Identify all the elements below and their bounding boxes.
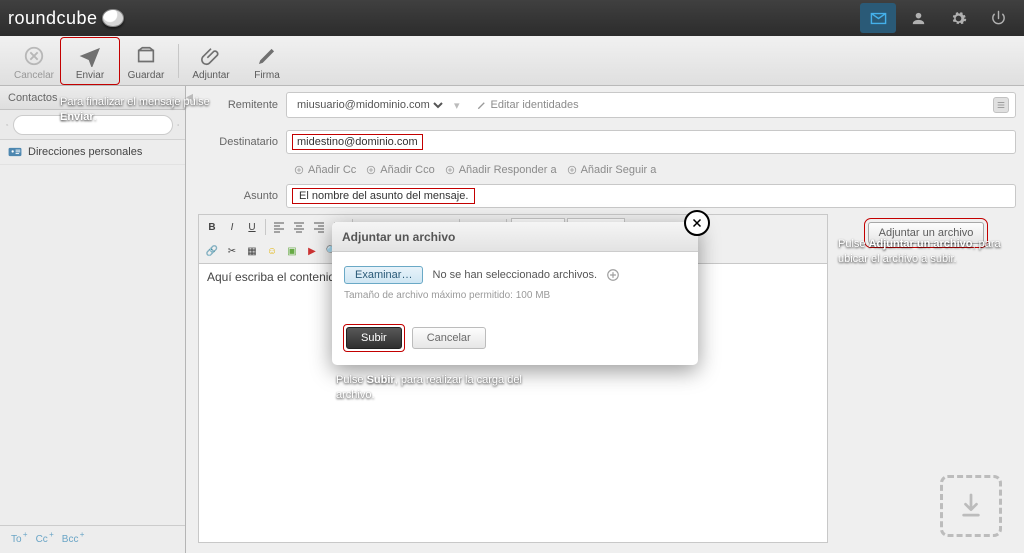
send-button[interactable]: Enviar — [62, 39, 118, 83]
sidebar-item-personal[interactable]: Direcciones personales — [0, 140, 185, 165]
modal-cancel-button[interactable]: Cancelar — [412, 327, 486, 349]
attach-modal: Adjuntar un archivo Examinar… No se han … — [332, 222, 698, 365]
to-row: Destinatario midestino@dominio.com — [198, 124, 1016, 160]
pencil-small-icon — [476, 100, 487, 111]
gear-icon — [950, 10, 967, 27]
sidebar-footer: To Cc Bcc — [0, 525, 185, 553]
media-icon[interactable]: ▶ — [303, 242, 321, 260]
emoji-icon[interactable]: ☺ — [263, 242, 281, 260]
chip-to[interactable]: To — [6, 532, 27, 547]
paperclip-icon — [200, 45, 222, 67]
add-more-icon[interactable] — [606, 268, 620, 282]
browse-button[interactable]: Examinar… — [344, 266, 423, 284]
underline-icon[interactable]: U — [243, 218, 261, 236]
download-icon — [960, 493, 982, 519]
sidebar-list: Direcciones personales — [0, 140, 185, 525]
attach-button[interactable]: Adjuntar — [183, 39, 239, 83]
compose-toolbar: Cancelar Enviar Guardar Adjuntar Firma — [0, 36, 1024, 86]
from-field: miusuario@midominio.com ▾ Editar identid… — [286, 92, 1016, 118]
power-icon — [990, 10, 1007, 27]
save-label: Guardar — [118, 70, 174, 81]
app-logo: roundcube — [8, 8, 124, 29]
modal-close[interactable] — [684, 210, 710, 236]
to-label: Destinatario — [198, 136, 278, 148]
add-cc[interactable]: Añadir Cc — [294, 164, 356, 176]
sign-label: Firma — [239, 70, 295, 81]
logo-icon — [102, 9, 124, 27]
from-row: Remitente miusuario@midominio.com ▾ Edit… — [198, 86, 1016, 124]
nav-settings[interactable] — [940, 3, 976, 33]
chip-cc[interactable]: Cc — [31, 532, 53, 547]
chip-bcc[interactable]: Bcc — [57, 532, 84, 547]
link-icon[interactable]: 🔗 — [203, 242, 221, 260]
top-nav — [860, 3, 1016, 33]
callout-upload: Pulse Subir, para realizar la carga del … — [336, 373, 536, 404]
mail-icon — [870, 10, 887, 27]
nav-logout[interactable] — [980, 3, 1016, 33]
nav-mail[interactable] — [860, 3, 896, 33]
edit-identities[interactable]: Editar identidades — [476, 99, 579, 111]
from-select[interactable]: miusuario@midominio.com — [293, 98, 446, 112]
separator — [178, 44, 179, 78]
signature-button[interactable]: Firma — [239, 39, 295, 83]
attach-dropzone[interactable] — [940, 475, 1002, 537]
modal-body: Examinar… No se han seleccionado archivo… — [332, 252, 698, 315]
align-left-icon[interactable] — [270, 218, 288, 236]
align-right-icon[interactable] — [310, 218, 328, 236]
brand-text: roundcube — [8, 8, 98, 29]
addressbook-icon — [8, 146, 22, 158]
pencil-icon — [256, 45, 278, 67]
person-icon — [910, 10, 927, 27]
subject-row: Asunto El nombre del asunto del mensaje. — [198, 180, 1016, 214]
add-reply[interactable]: Añadir Responder a — [445, 164, 557, 176]
add-follow[interactable]: Añadir Seguir a — [567, 164, 657, 176]
cancel-icon — [23, 45, 45, 67]
table-icon[interactable]: ▦ — [243, 242, 261, 260]
contacts-sidebar: Contactos Direcciones personales To Cc B… — [0, 86, 186, 553]
to-input[interactable]: midestino@dominio.com — [286, 130, 1016, 154]
app-topbar: roundcube — [0, 0, 1024, 36]
toggle-headers-icon[interactable] — [993, 97, 1009, 113]
callout-attach: Pulse Adjuntar un archivo, para ubicar e… — [838, 237, 1014, 268]
modal-title: Adjuntar un archivo — [332, 222, 698, 252]
image-icon[interactable]: ▣ — [283, 242, 301, 260]
add-bcc[interactable]: Añadir Cco — [366, 164, 434, 176]
send-icon — [79, 45, 101, 67]
max-size-text: Tamaño de archivo máximo permitido: 100 … — [344, 290, 686, 301]
sidebar-personal-label: Direcciones personales — [28, 146, 142, 158]
from-label: Remitente — [198, 99, 278, 111]
send-label: Enviar — [62, 70, 118, 81]
upload-highlight: Subir — [344, 325, 404, 351]
unlink-icon[interactable]: ✂ — [223, 242, 241, 260]
cancel-label: Cancelar — [6, 70, 62, 81]
modal-footer: Subir Cancelar — [332, 315, 698, 365]
cancel-button[interactable]: Cancelar — [6, 39, 62, 83]
align-center-icon[interactable] — [290, 218, 308, 236]
upload-button[interactable]: Subir — [346, 327, 402, 349]
subject-value: El nombre del asunto del mensaje. — [293, 189, 474, 203]
to-value: midestino@dominio.com — [293, 135, 422, 149]
subject-label: Asunto — [198, 190, 278, 202]
extra-recipients: Añadir Cc Añadir Cco Añadir Responder a … — [198, 160, 1016, 180]
attach-label: Adjuntar — [183, 70, 239, 81]
italic-icon[interactable]: I — [223, 218, 241, 236]
save-button[interactable]: Guardar — [118, 39, 174, 83]
subject-input[interactable]: El nombre del asunto del mensaje. — [286, 184, 1016, 208]
file-status: No se han seleccionado archivos. — [433, 269, 597, 281]
nav-contacts[interactable] — [900, 3, 936, 33]
callout-send: Para finalizar el mensaje pulse Enviar. — [60, 95, 210, 126]
bold-icon[interactable]: B — [203, 218, 221, 236]
search-icon — [6, 118, 9, 132]
close-icon — [691, 217, 703, 229]
save-icon — [135, 45, 157, 67]
